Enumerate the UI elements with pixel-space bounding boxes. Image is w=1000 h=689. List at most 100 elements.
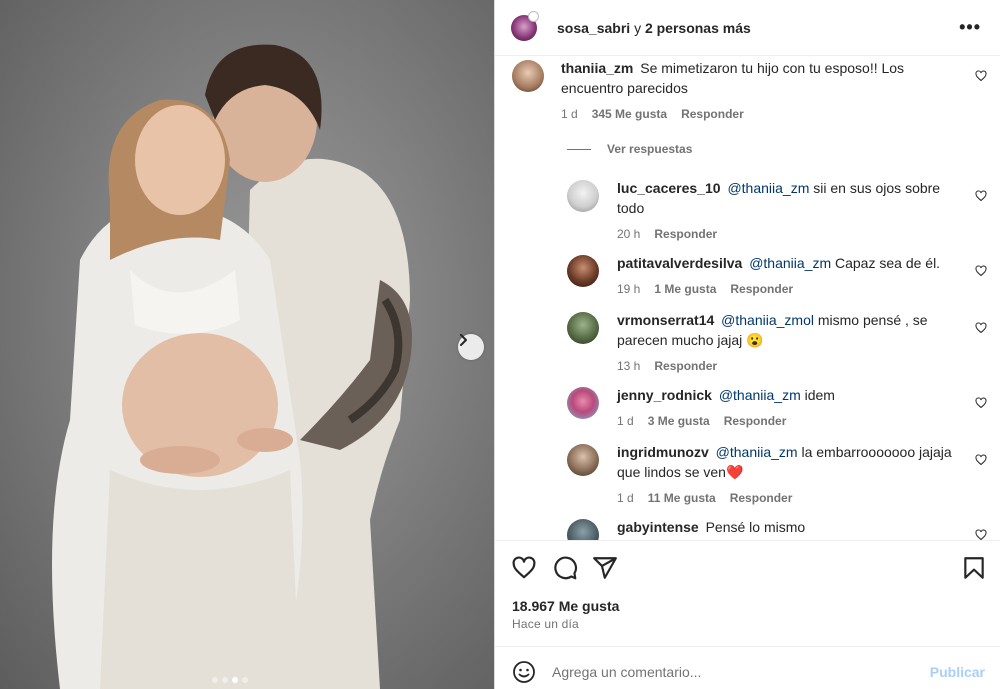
mention-link[interactable]: @thaniia_zm [727, 180, 809, 196]
share-icon[interactable] [592, 555, 618, 581]
mention-link[interactable]: @thaniia_zmol [721, 312, 814, 328]
post-actions: 18.967 Me gusta Hace un día [495, 540, 1000, 646]
reply-text: sii en sus ojos sobre [813, 180, 941, 196]
comment-icon[interactable] [552, 555, 578, 581]
avatar[interactable] [567, 519, 599, 540]
divider-line [567, 148, 591, 150]
reply-time[interactable]: 13 h [617, 356, 640, 376]
chevron-right-icon [460, 334, 467, 346]
post-authors: sosa_sabri y 2 personas más [557, 20, 751, 36]
reply-username[interactable]: ingridmunozv [617, 444, 709, 460]
view-replies-label: Ver respuestas [607, 142, 693, 156]
avatar[interactable] [567, 180, 599, 212]
carousel-indicators [212, 677, 248, 683]
reply-likes[interactable]: 11 Me gusta [648, 488, 716, 508]
reply-username[interactable]: gabyintense [617, 519, 699, 535]
reply-body: vrmonserrat14 @thaniia_zmol mismo pensé … [617, 310, 928, 376]
avatar[interactable] [567, 387, 599, 419]
reply-text-continued: que lindos se ven❤️ [617, 464, 744, 480]
reply-text-continued: parecen mucho jajaj 😮 [617, 332, 764, 348]
reply-time[interactable]: 19 h [617, 279, 640, 299]
carousel-dot [222, 677, 228, 683]
heart-icon[interactable] [975, 322, 987, 334]
add-comment-bar: Publicar [495, 646, 1000, 689]
reply-body: patitavalverdesilva @thaniia_zm Capaz se… [617, 253, 940, 299]
bookmark-icon[interactable] [961, 555, 987, 581]
avatar[interactable] [567, 312, 599, 344]
post-header: sosa_sabri y 2 personas más ••• [495, 0, 1000, 56]
view-replies-button[interactable]: Ver respuestas [567, 142, 692, 156]
heart-icon[interactable] [511, 555, 537, 581]
next-slide-button[interactable] [458, 334, 484, 360]
reply-meta: 13 h Responder [617, 356, 928, 376]
comment-time[interactable]: 1 d [561, 104, 578, 124]
comment-text-continued: encuentro parecidos [561, 80, 688, 96]
avatar[interactable] [567, 255, 599, 287]
reply-body: gabyintense Pensé lo mismo [617, 517, 805, 540]
reply-button[interactable]: Responder [654, 224, 717, 244]
reply-text: idem [804, 387, 835, 403]
comments-list[interactable]: thaniia_zm Se mimetizaron tu hijo con tu… [495, 56, 1000, 540]
post-date[interactable]: Hace un día [512, 617, 579, 631]
carousel-dot [212, 677, 218, 683]
reply-text-continued: todo [617, 200, 645, 216]
reply-body: ingridmunozv @thaniia_zm la embarroooooo… [617, 442, 952, 508]
more-horizontal-icon[interactable]: ••• [959, 18, 981, 36]
reply-item: luc_caceres_10 @thaniia_zm sii en sus oj… [567, 180, 967, 244]
comment-meta: 1 d 345 Me gusta Responder [561, 104, 904, 124]
other-authors-link[interactable]: 2 personas más [645, 20, 751, 36]
reply-item: ingridmunozv @thaniia_zm la embarroooooo… [567, 444, 967, 508]
authors-connector: y [634, 19, 642, 36]
reply-time[interactable]: 1 d [617, 488, 634, 508]
comment-body: thaniia_zm Se mimetizaron tu hijo con tu… [561, 58, 904, 124]
comment-text: Se mimetizaron tu hijo con tu esposo!! L… [640, 60, 905, 76]
reply-item: patitavalverdesilva @thaniia_zm Capaz se… [567, 255, 967, 299]
emoji-icon[interactable] [512, 660, 536, 684]
likes-count[interactable]: 18.967 Me gusta [512, 598, 619, 614]
reply-meta: 20 h Responder [617, 224, 940, 244]
post-photo[interactable] [0, 0, 494, 689]
reply-time[interactable]: 1 d [617, 411, 634, 431]
mention-link[interactable]: @thaniia_zm [719, 387, 801, 403]
reply-button[interactable]: Responder [654, 356, 717, 376]
heart-icon[interactable] [975, 529, 987, 540]
comment-username[interactable]: thaniia_zm [561, 60, 633, 76]
author-avatar[interactable] [511, 10, 539, 41]
reply-item: gabyintense Pensé lo mismo [567, 519, 967, 540]
heart-icon[interactable] [975, 190, 987, 202]
reply-button[interactable]: Responder [681, 104, 744, 124]
reply-text: mismo pensé , se [817, 312, 928, 328]
comment-input[interactable] [552, 657, 912, 687]
reply-body: luc_caceres_10 @thaniia_zm sii en sus oj… [617, 178, 940, 244]
mention-link[interactable]: @thaniia_zm [749, 255, 831, 271]
carousel-dot [242, 677, 248, 683]
author-username[interactable]: sosa_sabri [557, 20, 630, 36]
reply-button[interactable]: Responder [730, 488, 793, 508]
reply-button[interactable]: Responder [730, 279, 793, 299]
comment-item: thaniia_zm Se mimetizaron tu hijo con tu… [512, 60, 972, 124]
reply-likes[interactable]: 1 Me gusta [654, 279, 716, 299]
comment-likes[interactable]: 345 Me gusta [592, 104, 667, 124]
heart-icon[interactable] [975, 265, 987, 277]
reply-item: vrmonserrat14 @thaniia_zmol mismo pensé … [567, 312, 967, 376]
avatar[interactable] [512, 60, 544, 92]
reply-meta: 1 d 3 Me gusta Responder [617, 411, 835, 431]
reply-text: la embarrooooooo jajaja [801, 444, 952, 460]
heart-icon[interactable] [975, 70, 987, 82]
reply-username[interactable]: jenny_rodnick [617, 387, 712, 403]
heart-icon[interactable] [975, 454, 987, 466]
publish-button[interactable]: Publicar [930, 664, 985, 680]
reply-meta: 1 d 11 Me gusta Responder [617, 488, 952, 508]
reply-body: jenny_rodnick @thaniia_zm idem 1 d 3 Me … [617, 385, 835, 431]
reply-likes[interactable]: 3 Me gusta [648, 411, 710, 431]
mention-link[interactable]: @thaniia_zm [716, 444, 798, 460]
reply-username[interactable]: vrmonserrat14 [617, 312, 714, 328]
reply-username[interactable]: luc_caceres_10 [617, 180, 721, 196]
reply-button[interactable]: Responder [724, 411, 787, 431]
reply-time[interactable]: 20 h [617, 224, 640, 244]
reply-meta: 19 h 1 Me gusta Responder [617, 279, 940, 299]
heart-icon[interactable] [975, 397, 987, 409]
reply-item: jenny_rodnick @thaniia_zm idem 1 d 3 Me … [567, 387, 967, 431]
reply-username[interactable]: patitavalverdesilva [617, 255, 742, 271]
avatar[interactable] [567, 444, 599, 476]
